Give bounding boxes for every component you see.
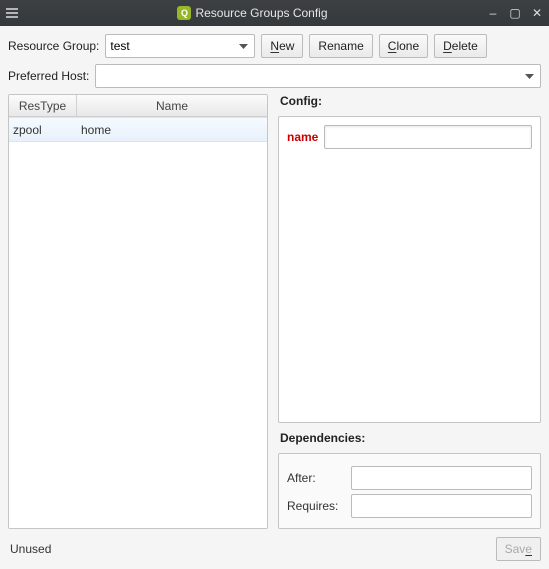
after-label: After: (287, 471, 345, 485)
window-title: Q Resource Groups Config (20, 6, 485, 20)
col-restype[interactable]: ResType (9, 95, 77, 116)
config-panel: name (278, 116, 541, 423)
window-title-text: Resource Groups Config (195, 6, 327, 20)
cell-restype: zpool (9, 118, 77, 141)
resource-table: ResType Name zpool home (8, 94, 268, 529)
dependencies-title: Dependencies: (278, 431, 541, 445)
minimize-button[interactable]: – (485, 5, 501, 21)
config-name-label: name (287, 130, 318, 144)
requires-label: Requires: (287, 499, 345, 513)
resource-group-label: Resource Group: (8, 39, 99, 53)
delete-button[interactable]: Delete (434, 34, 487, 58)
window-menu-icon[interactable] (4, 5, 20, 21)
cell-name: home (77, 118, 267, 141)
requires-input[interactable] (351, 494, 532, 518)
preferred-host-label: Preferred Host: (8, 69, 89, 83)
status-text: Unused (8, 542, 51, 556)
resource-group-select[interactable]: test (105, 34, 255, 58)
new-button[interactable]: New (261, 34, 303, 58)
config-title: Config: (278, 94, 541, 108)
clone-button[interactable]: Clone (379, 34, 428, 58)
maximize-button[interactable]: ▢ (507, 5, 523, 21)
col-name[interactable]: Name (77, 95, 267, 116)
preferred-host-select[interactable] (95, 64, 541, 88)
table-row[interactable]: zpool home (9, 117, 267, 142)
app-icon: Q (177, 6, 191, 20)
save-button: Save (496, 537, 541, 561)
after-input[interactable] (351, 466, 532, 490)
config-name-input[interactable] (324, 125, 532, 149)
dependencies-panel: After: Requires: (278, 453, 541, 529)
close-button[interactable]: ✕ (529, 5, 545, 21)
rename-button[interactable]: Rename (309, 34, 372, 58)
